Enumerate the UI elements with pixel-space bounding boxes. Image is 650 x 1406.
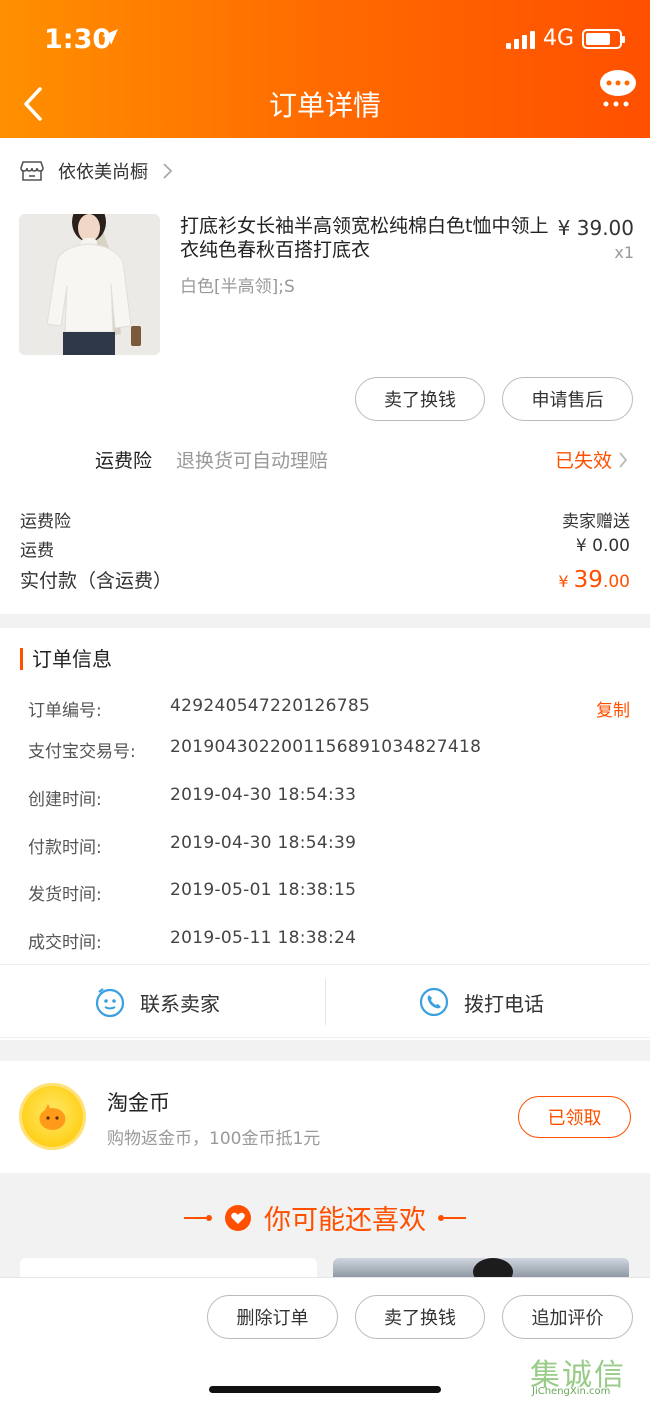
fee-row-shipping: 运费 ¥ 0.00 bbox=[20, 536, 630, 561]
recommend-title-row: 你可能还喜欢 bbox=[0, 1198, 650, 1237]
product-quantity: x1 bbox=[614, 243, 634, 262]
page-title: 订单详情 bbox=[268, 89, 381, 122]
coins-description: 购物返金币，100金币抵1元 bbox=[107, 1129, 321, 1149]
info-label: 付款时间: bbox=[28, 838, 102, 858]
phone-icon bbox=[419, 987, 449, 1017]
recommend-card[interactable] bbox=[333, 1258, 629, 1278]
insurance-description: 退换货可自动理赔 bbox=[176, 450, 329, 472]
sell-for-cash-button[interactable]: 卖了换钱 bbox=[355, 1295, 485, 1339]
location-arrow-icon bbox=[100, 27, 120, 51]
contact-seller-label: 联系卖家 bbox=[140, 991, 220, 1016]
fee-value: ¥ 0.00 bbox=[575, 536, 630, 556]
fee-label: 运费 bbox=[20, 541, 54, 561]
watermark: 集诚信 JiChengXin.com bbox=[530, 1350, 650, 1400]
insurance-status: 已失效 bbox=[554, 450, 612, 472]
battery-icon bbox=[582, 28, 625, 49]
info-label: 订单编号: bbox=[28, 701, 102, 721]
info-value: 429240547220126785 bbox=[170, 696, 371, 716]
fee-row-insurance: 运费险 卖家赠送 bbox=[20, 507, 630, 532]
shop-link[interactable]: 依依美尚橱 bbox=[20, 158, 174, 184]
gold-coin-icon bbox=[19, 1083, 86, 1150]
watermark-url: JiChengXin.com bbox=[532, 1386, 611, 1397]
product-sku: 白色[半高领];S bbox=[180, 277, 295, 297]
recommend-title: 你可能还喜欢 bbox=[264, 1205, 426, 1236]
contact-seller-button[interactable]: 联系卖家 bbox=[94, 965, 220, 1039]
header-bar: 1:30 4G 订单详情 bbox=[0, 0, 650, 138]
info-label: 发货时间: bbox=[28, 885, 102, 905]
sell-for-cash-button[interactable]: 卖了换钱 bbox=[355, 377, 485, 421]
product-title[interactable]: 打底衫女长袖半高领宽松纯棉白色t恤中领上衣纯色春秋百搭打底衣 bbox=[180, 214, 550, 262]
add-review-button[interactable]: 追加评价 bbox=[502, 1295, 633, 1339]
recommend-card[interactable] bbox=[20, 1258, 317, 1278]
shop-icon bbox=[20, 161, 44, 181]
status-right: 4G bbox=[505, 26, 625, 51]
smiley-chat-icon bbox=[95, 988, 125, 1018]
chevron-right-icon bbox=[163, 163, 173, 179]
heart-icon bbox=[225, 1204, 251, 1231]
call-phone-label: 拨打电话 bbox=[464, 991, 544, 1016]
coins-title: 淘金币 bbox=[107, 1091, 170, 1115]
insurance-status-link[interactable]: 已失效 bbox=[555, 446, 628, 473]
copy-button[interactable]: 复制 bbox=[596, 696, 630, 721]
chat-bubble-icon bbox=[600, 70, 636, 107]
network-label: 4G bbox=[542, 26, 574, 51]
fee-value: 卖家赠送 bbox=[562, 512, 630, 532]
fee-label: 运费险 bbox=[20, 512, 71, 532]
order-info-title: 订单信息 bbox=[20, 648, 112, 670]
insurance-label: 运费险 bbox=[95, 450, 153, 472]
decor-line bbox=[184, 1214, 212, 1221]
info-value: 2019-04-30 18:54:33 bbox=[170, 785, 357, 805]
info-value: 2019-05-01 18:38:15 bbox=[170, 880, 357, 900]
product-image[interactable] bbox=[19, 214, 160, 355]
shop-name: 依依美尚橱 bbox=[58, 162, 148, 183]
signal-icon bbox=[505, 29, 535, 49]
info-label: 成交时间: bbox=[28, 933, 102, 953]
message-button[interactable] bbox=[598, 68, 638, 108]
divider bbox=[325, 979, 326, 1025]
total-row: 实付款（含运费） ¥ 39.00 bbox=[20, 566, 630, 593]
total-label: 实付款（含运费） bbox=[20, 570, 173, 592]
info-label: 创建时间: bbox=[28, 790, 102, 810]
contact-row: 联系卖家 拨打电话 bbox=[0, 964, 650, 1038]
chevron-right-icon bbox=[619, 451, 628, 468]
info-value: 2019043022001156891034827418 bbox=[170, 737, 482, 757]
delete-order-button[interactable]: 删除订单 bbox=[207, 1295, 338, 1339]
total-price: ¥ 39.00 bbox=[558, 567, 630, 593]
info-value: 2019-05-11 18:38:24 bbox=[170, 928, 357, 948]
info-label: 支付宝交易号: bbox=[28, 742, 136, 762]
coins-claimed-button[interactable]: 已领取 bbox=[518, 1096, 631, 1138]
after-sale-button[interactable]: 申请售后 bbox=[502, 377, 633, 421]
info-value: 2019-04-30 18:54:39 bbox=[170, 833, 357, 853]
home-indicator bbox=[209, 1386, 441, 1393]
decor-line bbox=[438, 1214, 466, 1221]
product-price: ¥ 39.00 bbox=[557, 216, 634, 240]
call-phone-button[interactable]: 拨打电话 bbox=[418, 965, 544, 1039]
